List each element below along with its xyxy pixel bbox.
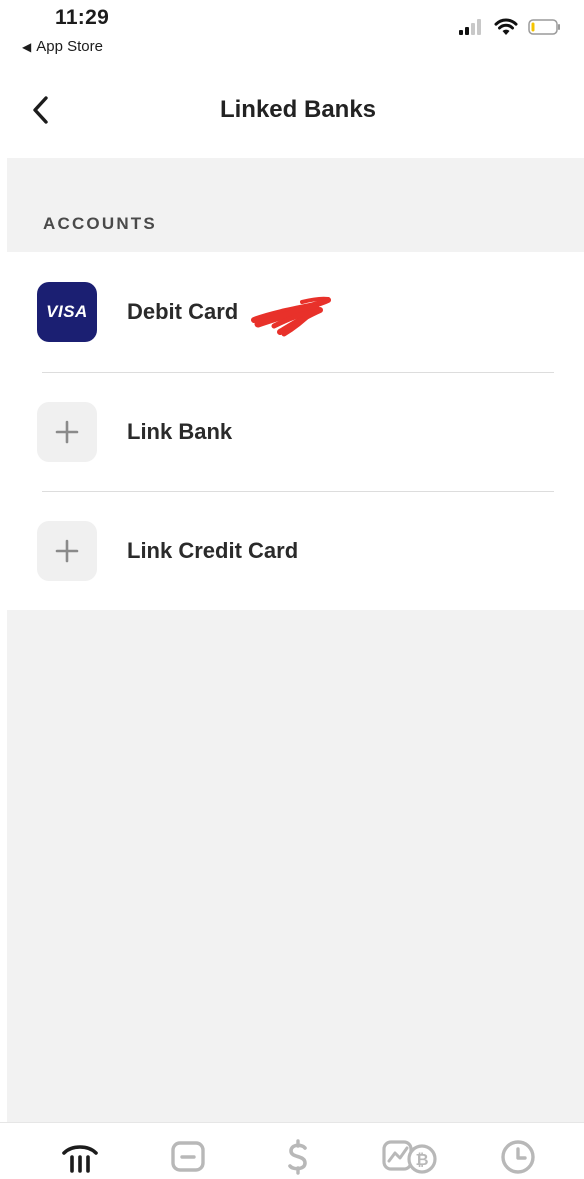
- wifi-icon: [494, 18, 518, 35]
- back-app-label: App Store: [36, 38, 103, 55]
- tab-bar: ₿: [0, 1122, 584, 1179]
- tab-investing[interactable]: ₿: [380, 1139, 440, 1179]
- cellular-signal-icon: [459, 19, 481, 35]
- section-label-accounts: ACCOUNTS: [43, 214, 157, 233]
- svg-text:₿: ₿: [415, 1151, 428, 1169]
- plus-glyph-icon: [55, 539, 79, 563]
- battery-icon: [528, 19, 560, 35]
- back-triangle-icon: ◀: [22, 39, 32, 54]
- row-label-link-bank: Link Bank: [127, 419, 233, 444]
- row-label-debit-card: Debit Card: [127, 299, 239, 324]
- status-icons: [458, 18, 562, 36]
- redaction-scribble: [251, 296, 331, 337]
- card-icon: [171, 1141, 205, 1172]
- tab-home[interactable]: [58, 1139, 102, 1179]
- list-item-link-bank[interactable]: Link Bank: [0, 372, 584, 491]
- accounts-list: VISA Debit Card Link Bank Link Credit Ca…: [0, 252, 584, 610]
- row-label-link-credit-card: Link Credit Card: [127, 538, 299, 563]
- status-time: 11:29: [55, 6, 110, 29]
- section-header: ACCOUNTS: [7, 158, 584, 252]
- investing-bitcoin-icon: ₿: [382, 1140, 437, 1174]
- dollar-icon: [288, 1139, 307, 1175]
- tab-card[interactable]: [166, 1139, 210, 1179]
- empty-background: [7, 610, 584, 1122]
- tab-cash[interactable]: [276, 1139, 320, 1179]
- visa-card-icon: VISA: [37, 282, 97, 342]
- status-bar: 11:29 ◀ App Store: [0, 0, 584, 64]
- plus-icon: [37, 402, 97, 462]
- back-to-app-store[interactable]: ◀ App Store: [22, 38, 103, 55]
- page-title: Linked Banks: [219, 96, 377, 123]
- plus-icon: [37, 521, 97, 581]
- activity-clock-icon: [501, 1140, 535, 1174]
- nav-header: Linked Banks: [0, 64, 584, 158]
- home-icon: [62, 1145, 98, 1173]
- list-item-link-credit-card[interactable]: Link Credit Card: [0, 491, 584, 610]
- list-item-debit-card[interactable]: VISA Debit Card: [0, 252, 584, 371]
- plus-glyph-icon: [55, 420, 79, 444]
- tab-activity[interactable]: [496, 1139, 540, 1179]
